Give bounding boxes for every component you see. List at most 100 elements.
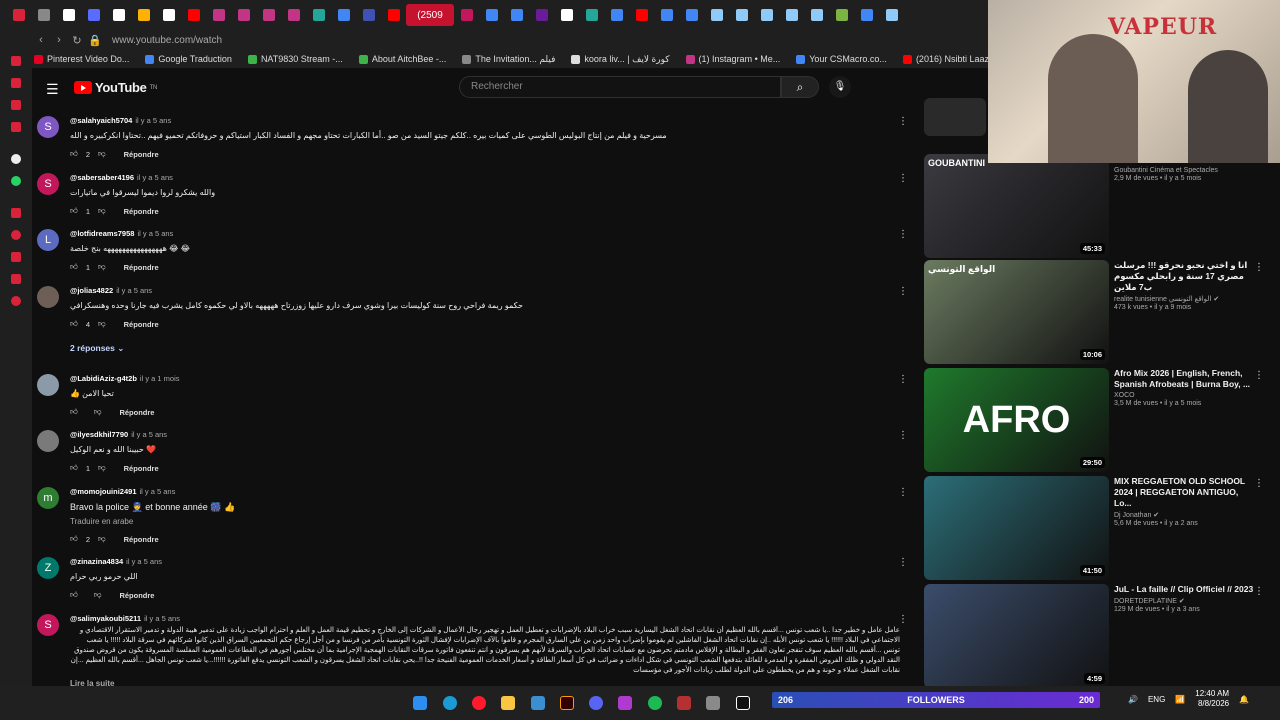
search-button[interactable]: ⌕	[781, 76, 819, 98]
comment-menu-icon[interactable]: ⋮	[898, 229, 908, 240]
file-explorer-icon[interactable]	[501, 696, 515, 710]
recommended-video[interactable]: 4:59 JuL - La faille // Clip Officiel // …	[924, 584, 1280, 688]
video-thumbnail[interactable]: AFRO 29:50	[924, 368, 1109, 472]
browser-tab[interactable]	[381, 4, 406, 26]
dislike-icon[interactable]: 👎︎	[98, 262, 106, 272]
reply-button[interactable]: Répondre	[124, 320, 159, 329]
reply-button[interactable]: Répondre	[124, 535, 159, 544]
app-icon[interactable]	[677, 696, 691, 710]
comment-time[interactable]: il y a 5 ans	[135, 116, 171, 125]
discord-icon[interactable]	[589, 696, 603, 710]
browser-tab[interactable]	[729, 4, 754, 26]
comment-time[interactable]: il y a 5 ans	[137, 173, 173, 182]
avatar[interactable]: S	[37, 614, 59, 636]
clock[interactable]: 12:40 AM 8/8/2026	[1195, 689, 1229, 709]
browser-tab[interactable]	[106, 4, 131, 26]
video-channel[interactable]: realite tunisienne الواقع التونسي ✔	[1114, 295, 1254, 303]
comment-menu-icon[interactable]: ⋮	[898, 487, 908, 498]
comment-menu-icon[interactable]: ⋮	[898, 614, 908, 625]
comment-time[interactable]: il y a 1 mois	[140, 374, 180, 383]
avatar[interactable]: Z	[37, 557, 59, 579]
sidebar-app-icon[interactable]	[11, 56, 21, 66]
volume-icon[interactable]: 🔊	[1128, 695, 1138, 704]
bookmark-item[interactable]: Google Traduction	[145, 54, 232, 64]
comment-menu-icon[interactable]: ⋮	[898, 116, 908, 127]
browser-tab[interactable]	[181, 4, 206, 26]
browser-tab[interactable]	[704, 4, 729, 26]
browser-tab[interactable]	[31, 4, 56, 26]
comment-author[interactable]: @salimyakoubi5211 il y a 5 ans	[70, 614, 900, 623]
avatar[interactable]: S	[37, 116, 59, 138]
menu-icon[interactable]: ☰	[46, 81, 59, 98]
windows-start-icon[interactable]	[413, 696, 427, 710]
app-icon[interactable]	[531, 696, 545, 710]
video-title[interactable]: JuL - La faille // Clip Officiel // 2023	[1114, 584, 1254, 595]
url-field[interactable]: www.youtube.com/watch	[112, 35, 222, 46]
video-thumbnail[interactable]: 41:50	[924, 476, 1109, 580]
comment-author[interactable]: @salahyaich5704 il y a 5 ans	[70, 116, 900, 125]
bookmark-item[interactable]: NAT9830 Stream -...	[247, 54, 343, 64]
video-channel[interactable]: Goubantini Cinéma et Spectacles	[1114, 167, 1254, 174]
comment-author[interactable]: @ilyesdkhil7790 il y a 5 ans	[70, 430, 900, 439]
notes-icon[interactable]	[11, 274, 21, 284]
comment-author[interactable]: @LabidiAziz-g4t2b il y a 1 mois	[70, 374, 900, 383]
mic-button[interactable]: 🎙	[829, 76, 851, 98]
browser-tab[interactable]	[504, 4, 529, 26]
reply-button[interactable]: Répondre	[119, 408, 154, 417]
recommended-video[interactable]: 41:50 MIX REGGAETON OLD SCHOOL 2024 | REG…	[924, 476, 1280, 580]
like-icon[interactable]: 👍︎	[70, 149, 78, 159]
app-icon[interactable]	[706, 696, 720, 710]
settings-icon[interactable]	[11, 296, 21, 306]
browser-tab[interactable]	[306, 4, 331, 26]
bookmark-item[interactable]: koora liv... | كورة لايف	[571, 54, 670, 65]
comment-menu-icon[interactable]: ⋮	[898, 374, 908, 385]
comment-time[interactable]: il y a 5 ans	[137, 229, 173, 238]
video-channel[interactable]: XOCO	[1114, 392, 1254, 399]
bookmark-item[interactable]: The Invitation... فيلم	[462, 54, 555, 65]
browser-tab[interactable]	[804, 4, 829, 26]
browser-tab[interactable]	[529, 4, 554, 26]
dislike-icon[interactable]: 👎︎	[94, 407, 102, 417]
video-thumbnail[interactable]: 4:59	[924, 584, 1109, 688]
capcut-icon[interactable]	[736, 696, 750, 710]
notification-icon[interactable]: 🔔	[1239, 695, 1249, 704]
wifi-icon[interactable]: 📶	[1175, 695, 1185, 704]
reply-button[interactable]: Répondre	[124, 263, 159, 272]
browser-tab[interactable]	[654, 4, 679, 26]
reply-button[interactable]: Répondre	[124, 207, 159, 216]
browser-tab[interactable]	[6, 4, 31, 26]
video-thumbnail[interactable]: الواقع التونسي 10:06	[924, 260, 1109, 364]
video-menu-icon[interactable]: ⋮	[1254, 586, 1264, 597]
download-icon[interactable]	[11, 252, 21, 262]
browser-tab[interactable]	[356, 4, 381, 26]
spotify-icon[interactable]	[648, 696, 662, 710]
avatar[interactable]	[37, 374, 59, 396]
active-tab[interactable]: (2509	[406, 4, 454, 26]
video-channel[interactable]: DORETDEPLATINE ✔	[1114, 597, 1254, 605]
sidebar-app-icon[interactable]	[11, 100, 21, 110]
forward-icon[interactable]: ›	[50, 34, 68, 46]
bookmark-item[interactable]: Pinterest Video Do...	[34, 54, 129, 64]
sidebar-app-icon[interactable]	[11, 78, 21, 88]
replies-toggle[interactable]: 2 réponses ⌄	[70, 343, 124, 354]
dislike-icon[interactable]: 👎︎	[98, 206, 106, 216]
reply-button[interactable]: Répondre	[124, 464, 159, 473]
browser-tab[interactable]	[256, 4, 281, 26]
partial-thumbnail[interactable]	[924, 98, 986, 136]
comment-menu-icon[interactable]: ⋮	[898, 286, 908, 297]
comment-author[interactable]: @lotfidreams7958 il y a 5 ans	[70, 229, 900, 238]
recommended-video[interactable]: AFRO 29:50 Afro Mix 2026 | English, French…	[924, 368, 1280, 472]
sidebar-app-icon[interactable]	[11, 122, 21, 132]
comment-menu-icon[interactable]: ⋮	[898, 557, 908, 568]
browser-tab[interactable]	[879, 4, 904, 26]
dislike-icon[interactable]: 👎︎	[98, 319, 106, 329]
bookmark-item[interactable]: (1) Instagram • Me...	[685, 54, 780, 64]
search-input[interactable]: Rechercher	[459, 76, 781, 98]
browser-tab[interactable]	[554, 4, 579, 26]
browser-tab[interactable]	[579, 4, 604, 26]
dislike-icon[interactable]: 👎︎	[94, 590, 102, 600]
video-thumbnail[interactable]: GOUBANTINI 45:33	[924, 154, 1109, 258]
like-icon[interactable]: 👍︎	[70, 463, 78, 473]
avatar[interactable]	[37, 430, 59, 452]
comment-time[interactable]: il y a 5 ans	[131, 430, 167, 439]
